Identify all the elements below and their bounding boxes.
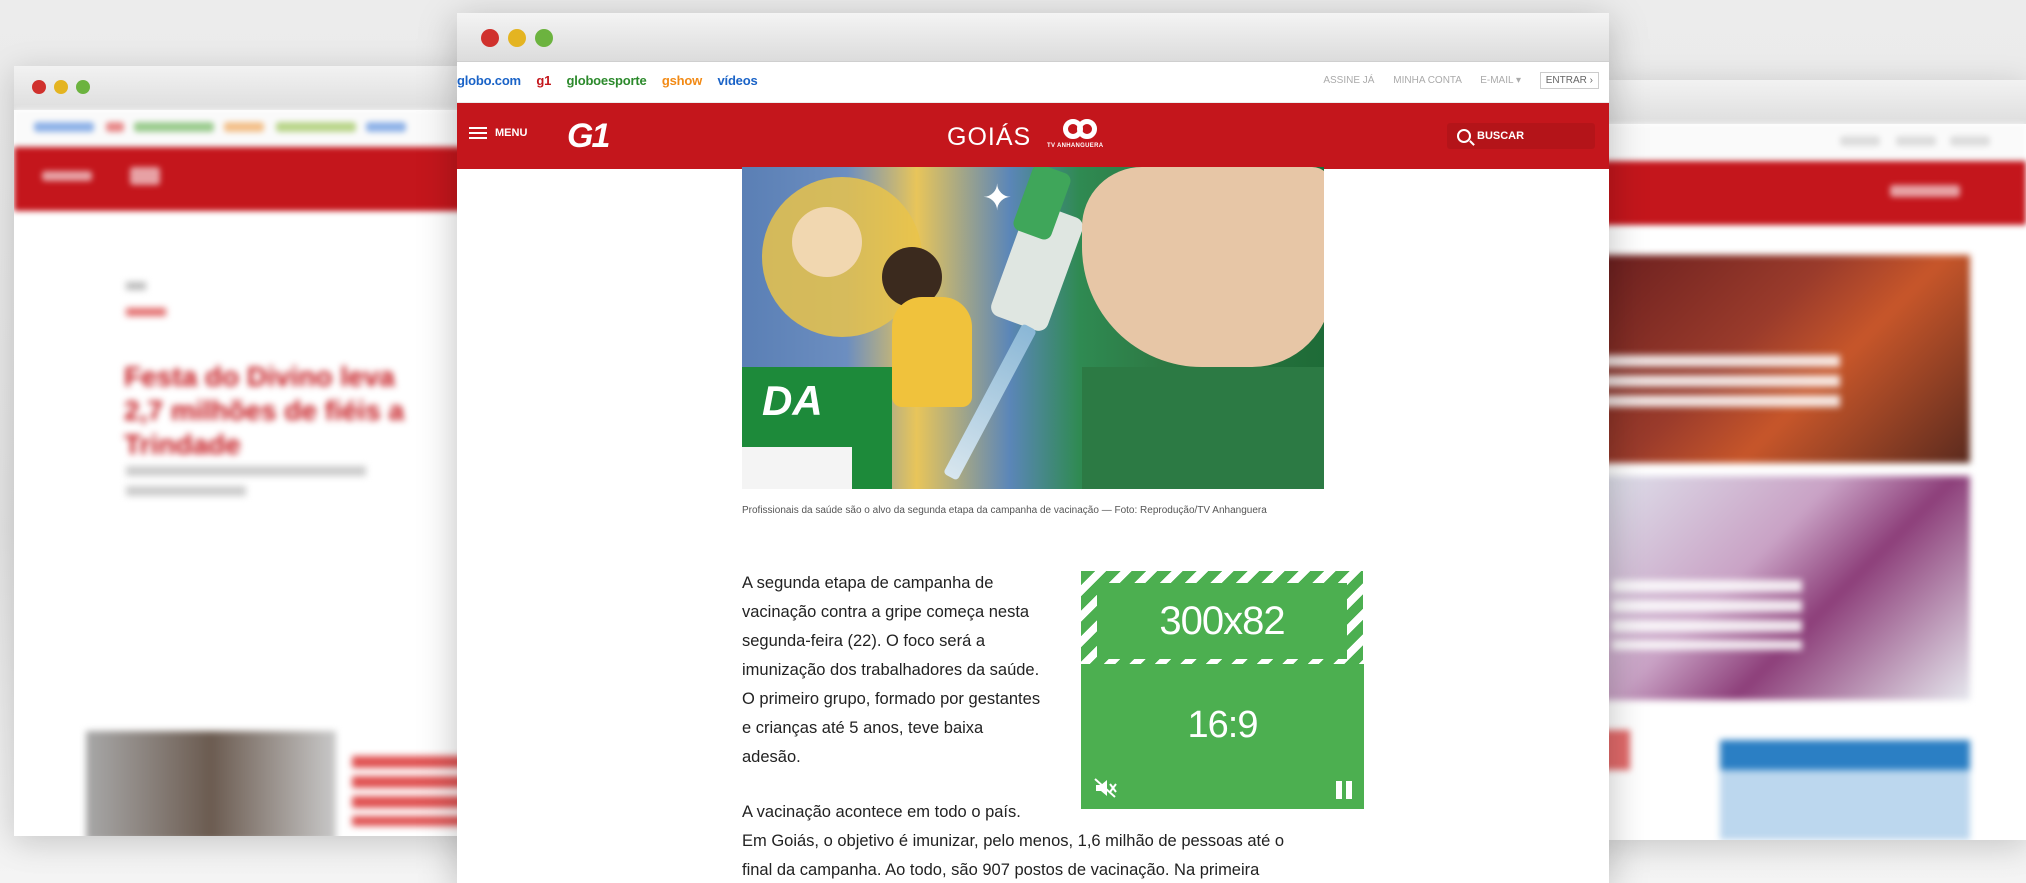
maximize-dot-icon [76,80,90,94]
blurred-sites-bar [14,110,484,147]
paragraph-2-line-3: final da campanha. Ao todo, são 907 post… [742,861,1260,879]
blurred-header [14,147,484,211]
close-dot-icon[interactable] [481,29,499,47]
site-link-globoesporte[interactable]: globoesporte [567,73,647,88]
maximize-dot-icon[interactable] [535,29,553,47]
site-link-gshow[interactable]: gshow [662,73,702,88]
ad-video-player[interactable]: 16:9 [1081,664,1364,809]
subscribe-link[interactable]: ASSINE JÁ [1323,75,1374,86]
blurred-account-bar [1600,124,2026,161]
minimize-dot-icon [54,80,68,94]
g1-logo[interactable]: G1 [567,117,610,156]
blurred-thumbnail [1720,740,1970,840]
browser-window: globo.com g1 globoesporte gshow vídeos A… [457,13,1609,883]
menu-button[interactable]: MENU [469,127,527,139]
ad-video-label: 16:9 [1187,704,1259,746]
blurred-subtitle-2 [126,486,246,496]
ad-banner-label: 300x82 [1097,583,1347,659]
photo-caption: Profissionais da saúde são o alvo da seg… [742,505,1267,516]
blurred-subtitle [126,466,366,476]
background-browser-window-left: Festa do Divino leva 2,7 milhões de fiéi… [14,66,484,836]
logo-ring-icon [1077,119,1097,139]
blurred-header [1600,161,2026,225]
my-account-link[interactable]: MINHA CONTA [1393,75,1461,86]
affiliate-name: TV ANHANGUERA [1047,143,1104,149]
window-chrome [14,66,484,110]
pause-icon[interactable] [1336,781,1352,799]
article-paragraph-1: A segunda etapa de campanha de vacinação… [742,574,1041,766]
window-controls [32,80,90,94]
search-icon [1457,129,1471,143]
blurred-image-title [1600,355,1840,415]
search-label: BUSCAR [1477,130,1525,142]
email-dropdown[interactable]: E-MAIL ▾ [1480,75,1521,86]
search-button[interactable]: BUSCAR [1447,123,1595,149]
background-browser-window-right [1600,80,2026,840]
blurred-thumbnail-title [352,756,472,826]
blurred-image-title-2 [1612,580,1802,650]
window-chrome [1600,80,2026,124]
blurred-thumbnail [86,731,336,836]
window-chrome [457,13,1609,62]
minimize-dot-icon[interactable] [508,29,526,47]
menu-label: MENU [495,127,528,139]
site-link-videos[interactable]: vídeos [718,73,758,88]
sites-nav: globo.com g1 globoesporte gshow vídeos [457,73,769,88]
globo-sites-bar: globo.com g1 globoesporte gshow vídeos A… [457,62,1609,103]
account-links: ASSINE JÁ MINHA CONTA E-MAIL ▾ ENTRAR › [1307,72,1599,89]
blurred-headline: Festa do Divino leva 2,7 milhões de fiéi… [124,361,405,460]
tv-anhanguera-logo: TV ANHANGUERA [1047,119,1127,155]
article-paragraph-2: A vacinação acontece em todo o país. Em … [742,798,1342,883]
paragraph-2-line-1: A vacinação acontece em todo o país. [742,803,1021,821]
photo-detail: DA [762,377,823,424]
article-photo: DA ✦ [742,167,1324,489]
blurred-section [126,308,166,316]
star-icon: ✦ [982,177,1013,218]
region-title: GOIÁS [947,123,1032,151]
close-dot-icon [32,80,46,94]
hamburger-icon [469,127,487,139]
site-link-g1[interactable]: g1 [536,73,551,88]
site-link-globo[interactable]: globo.com [457,73,521,88]
blurred-meta [126,282,146,290]
paragraph-2-line-2: Em Goiás, o objetivo é imunizar, pelo me… [742,832,1285,850]
hand [1082,167,1324,367]
login-button[interactable]: ENTRAR › [1539,72,1599,89]
g1-header: MENU G1 GOIÁS TV ANHANGUERA BUSCAR [457,103,1609,169]
mute-icon[interactable] [1093,777,1119,799]
window-controls [481,29,553,47]
ad-banner[interactable]: 300x82 [1081,571,1363,671]
